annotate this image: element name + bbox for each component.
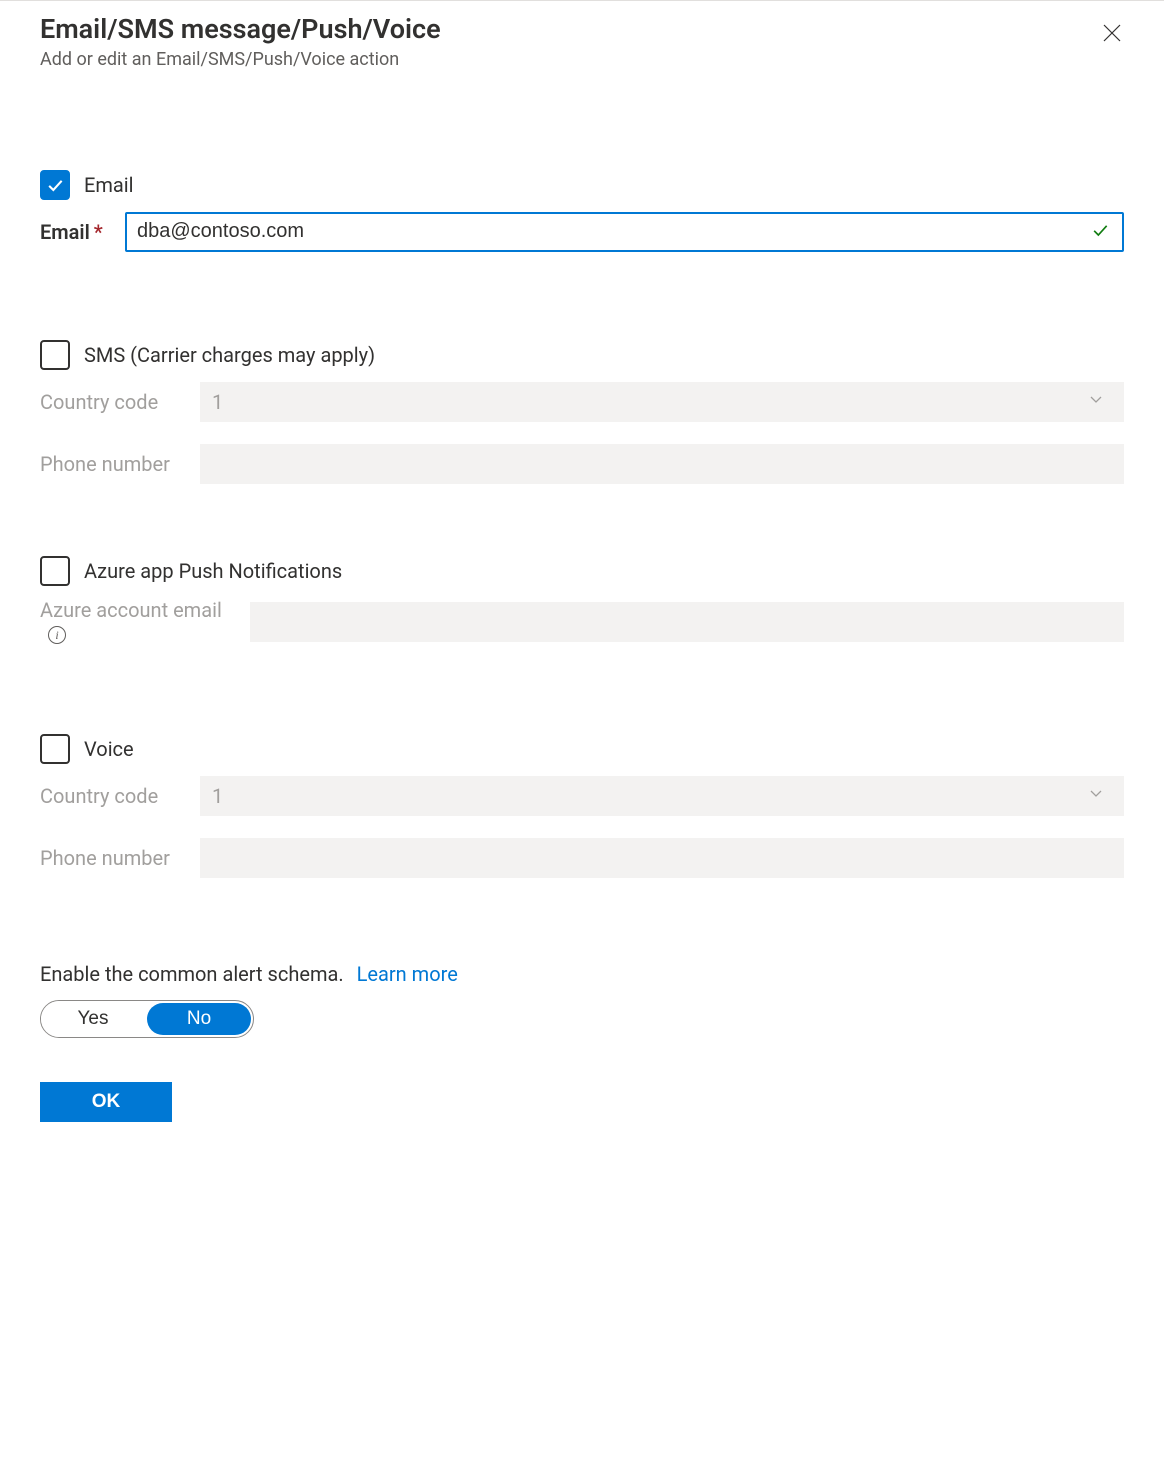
chevron-down-icon bbox=[1086, 389, 1106, 414]
valid-check-icon bbox=[1090, 220, 1110, 244]
push-checkbox[interactable] bbox=[40, 556, 70, 586]
push-checkbox-label: Azure app Push Notifications bbox=[84, 559, 342, 583]
push-account-label: Azure account email i bbox=[40, 598, 250, 646]
chevron-down-icon bbox=[1086, 783, 1106, 808]
common-alert-schema-row: Enable the common alert schema. Learn mo… bbox=[40, 962, 1124, 1038]
voice-country-code-select[interactable]: 1 bbox=[200, 776, 1124, 816]
email-checkbox-label: Email bbox=[84, 173, 134, 197]
sms-country-code-value: 1 bbox=[212, 390, 223, 414]
voice-checkbox-label: Voice bbox=[84, 737, 134, 761]
schema-toggle: Yes No bbox=[40, 1000, 254, 1038]
email-section: Email Email* bbox=[40, 170, 1124, 252]
push-account-input[interactable] bbox=[250, 602, 1124, 642]
schema-toggle-no[interactable]: No bbox=[147, 1003, 251, 1035]
sms-section: SMS (Carrier charges may apply) Country … bbox=[40, 340, 1124, 484]
voice-checkbox[interactable] bbox=[40, 734, 70, 764]
schema-toggle-yes[interactable]: Yes bbox=[41, 1001, 145, 1037]
check-icon bbox=[45, 175, 65, 195]
info-icon[interactable]: i bbox=[48, 626, 66, 644]
push-section: Azure app Push Notifications Azure accou… bbox=[40, 556, 1124, 646]
email-input[interactable] bbox=[125, 212, 1124, 252]
sms-country-code-select[interactable]: 1 bbox=[200, 382, 1124, 422]
voice-section: Voice Country code 1 Phone number bbox=[40, 734, 1124, 878]
learn-more-link[interactable]: Learn more bbox=[357, 962, 458, 986]
voice-country-code-label: Country code bbox=[40, 784, 200, 808]
panel-title: Email/SMS message/Push/Voice bbox=[40, 13, 441, 47]
voice-phone-input[interactable] bbox=[200, 838, 1124, 878]
ok-button[interactable]: OK bbox=[40, 1082, 172, 1122]
email-checkbox[interactable] bbox=[40, 170, 70, 200]
close-button[interactable] bbox=[1096, 17, 1128, 52]
schema-text: Enable the common alert schema. bbox=[40, 962, 344, 986]
panel-header: Email/SMS message/Push/Voice Add or edit… bbox=[40, 13, 1124, 70]
sms-phone-label: Phone number bbox=[40, 452, 200, 476]
sms-checkbox-label: SMS (Carrier charges may apply) bbox=[84, 343, 375, 367]
voice-country-code-value: 1 bbox=[212, 784, 223, 808]
close-icon bbox=[1100, 21, 1124, 45]
sms-phone-input[interactable] bbox=[200, 444, 1124, 484]
sms-country-code-label: Country code bbox=[40, 390, 200, 414]
sms-checkbox[interactable] bbox=[40, 340, 70, 370]
panel-subtitle: Add or edit an Email/SMS/Push/Voice acti… bbox=[40, 49, 441, 70]
voice-phone-label: Phone number bbox=[40, 846, 200, 870]
email-field-label: Email* bbox=[40, 220, 125, 244]
